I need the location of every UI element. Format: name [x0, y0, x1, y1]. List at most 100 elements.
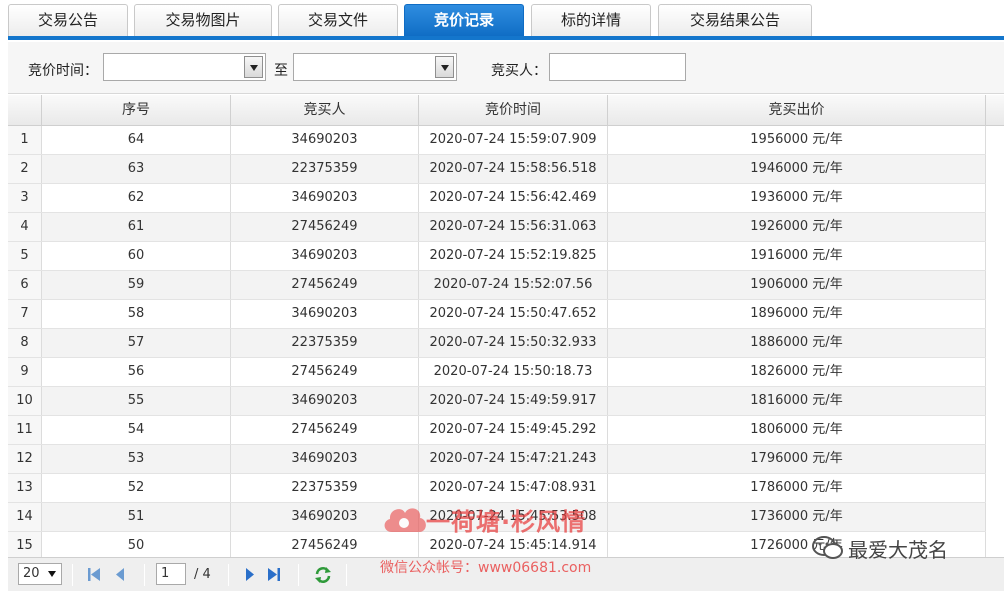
page-number-input[interactable]: 1	[156, 563, 186, 585]
header-seq[interactable]: 序号	[42, 95, 231, 126]
row-number-cell: 7	[8, 300, 42, 328]
buyer-cell: 22375359	[231, 329, 419, 357]
seq-cell: 53	[42, 445, 231, 473]
bid-price-cell: 1796000 元/年	[608, 445, 986, 473]
cloud-logo-icon	[384, 508, 426, 532]
table-row[interactable]: 6 59 27456249 2020-07-24 15:52:07.56 1906000…	[8, 271, 986, 300]
bid-price-cell: 1886000 元/年	[608, 329, 986, 357]
row-number-cell: 2	[8, 155, 42, 183]
buyer-cell: 27456249	[231, 213, 419, 241]
table-header: 序号 竞买人 竞价时间 竞买出价	[8, 95, 1004, 126]
bid-time-label: 竞价时间：	[28, 63, 98, 79]
divider	[298, 564, 299, 586]
divider	[346, 564, 347, 586]
tab-bid-records[interactable]: 竞价记录	[404, 4, 524, 37]
watermark-subtitle: 微信公众帐号：www06681.com	[380, 560, 592, 576]
seq-cell: 56	[42, 358, 231, 386]
bid-time-cell: 2020-07-24 15:59:07.909	[419, 126, 608, 154]
seq-cell: 59	[42, 271, 231, 299]
table-row[interactable]: 12 53 34690203 2020-07-24 15:47:21.243 17960…	[8, 445, 986, 474]
bid-time-cell: 2020-07-24 15:52:07.56	[419, 271, 608, 299]
bid-time-start-select[interactable]	[103, 53, 266, 81]
bid-time-cell: 2020-07-24 15:50:32.933	[419, 329, 608, 357]
bid-time-cell: 2020-07-24 15:56:31.063	[419, 213, 608, 241]
to-label: 至	[274, 63, 288, 79]
buyer-cell: 27456249	[231, 271, 419, 299]
table-row[interactable]: 11 54 27456249 2020-07-24 15:49:45.292 18060…	[8, 416, 986, 445]
row-number-cell: 6	[8, 271, 42, 299]
last-page-icon[interactable]	[266, 566, 282, 583]
bid-time-cell: 2020-07-24 15:58:56.518	[419, 155, 608, 183]
bid-time-cell: 2020-07-24 15:47:08.931	[419, 474, 608, 502]
header-bid-price[interactable]: 竞买出价	[608, 95, 986, 126]
row-number-cell: 5	[8, 242, 42, 270]
bid-time-end-select[interactable]	[293, 53, 457, 81]
tab-result-announcement[interactable]: 交易结果公告	[658, 4, 812, 37]
table-row[interactable]: 7 58 34690203 2020-07-24 15:50:47.652 189600…	[8, 300, 986, 329]
tab-documents[interactable]: 交易文件	[278, 4, 398, 37]
bid-time-cell: 2020-07-24 15:49:45.292	[419, 416, 608, 444]
buyer-cell: 34690203	[231, 445, 419, 473]
tab-underline	[8, 36, 1004, 40]
buyer-cell: 34690203	[231, 242, 419, 270]
table-row[interactable]: 5 60 34690203 2020-07-24 15:52:19.825 191600…	[8, 242, 986, 271]
divider	[228, 564, 229, 586]
buyer-cell: 34690203	[231, 184, 419, 212]
seq-cell: 51	[42, 503, 231, 531]
bid-price-cell: 1736000 元/年	[608, 503, 986, 531]
seq-cell: 64	[42, 126, 231, 154]
row-number-cell: 4	[8, 213, 42, 241]
seq-cell: 63	[42, 155, 231, 183]
row-number-cell: 14	[8, 503, 42, 531]
table-row[interactable]: 10 55 34690203 2020-07-24 15:49:59.917 18160…	[8, 387, 986, 416]
bid-price-cell: 1926000 元/年	[608, 213, 986, 241]
prev-page-icon[interactable]	[112, 566, 128, 583]
bid-price-cell: 1956000 元/年	[608, 126, 986, 154]
header-buyer[interactable]: 竞买人	[231, 95, 419, 126]
tab-item-images[interactable]: 交易物图片	[134, 4, 272, 37]
row-number-cell: 12	[8, 445, 42, 473]
rownum-header	[8, 95, 42, 126]
table-row[interactable]: 13 52 22375359 2020-07-24 15:47:08.931 17860…	[8, 474, 986, 503]
tab-announcement[interactable]: 交易公告	[8, 4, 128, 37]
header-bid-time[interactable]: 竞价时间	[419, 95, 608, 126]
bid-time-cell: 2020-07-24 15:56:42.469	[419, 184, 608, 212]
bid-price-cell: 1936000 元/年	[608, 184, 986, 212]
table-row[interactable]: 2 63 22375359 2020-07-24 15:58:56.518 194600…	[8, 155, 986, 184]
first-page-icon[interactable]	[86, 566, 102, 583]
row-number-cell: 11	[8, 416, 42, 444]
seq-cell: 58	[42, 300, 231, 328]
divider	[72, 564, 73, 586]
bid-price-cell: 1816000 元/年	[608, 387, 986, 415]
total-pages-text: / 4	[194, 567, 211, 582]
chevron-down-icon[interactable]	[435, 56, 454, 78]
table-row[interactable]: 4 61 27456249 2020-07-24 15:56:31.063 192600…	[8, 213, 986, 242]
row-number-cell: 10	[8, 387, 42, 415]
seq-cell: 61	[42, 213, 231, 241]
table-row[interactable]: 9 56 27456249 2020-07-24 15:50:18.73 1826000…	[8, 358, 986, 387]
page-size-value: 20	[23, 566, 40, 581]
bid-price-cell: 1806000 元/年	[608, 416, 986, 444]
bid-price-cell: 1916000 元/年	[608, 242, 986, 270]
chevron-down-icon[interactable]	[244, 56, 263, 78]
channel-watermark: 最爱大茂名	[812, 532, 992, 564]
row-number-cell: 8	[8, 329, 42, 357]
next-page-icon[interactable]	[242, 566, 258, 583]
buyer-input[interactable]	[549, 53, 686, 81]
seq-cell: 55	[42, 387, 231, 415]
refresh-icon[interactable]	[313, 565, 333, 585]
bid-time-cell: 2020-07-24 15:47:21.243	[419, 445, 608, 473]
chevron-down-icon	[48, 571, 56, 577]
tab-lot-details[interactable]: 标的详情	[531, 4, 651, 37]
table-row[interactable]: 1 64 34690203 2020-07-24 15:59:07.909 195600…	[8, 126, 986, 155]
buyer-cell: 34690203	[231, 387, 419, 415]
bid-records-table: 序号 竞买人 竞价时间 竞买出价 1 64 34690203 2020-07-24 1…	[8, 95, 1004, 557]
page-size-select[interactable]: 20	[18, 563, 62, 585]
table-row[interactable]: 3 62 34690203 2020-07-24 15:56:42.469 193600…	[8, 184, 986, 213]
row-number-cell: 3	[8, 184, 42, 212]
table-row[interactable]: 8 57 22375359 2020-07-24 15:50:32.933 188600…	[8, 329, 986, 358]
buyer-cell: 34690203	[231, 300, 419, 328]
buyer-cell: 34690203	[231, 126, 419, 154]
row-number-cell: 1	[8, 126, 42, 154]
seq-cell: 54	[42, 416, 231, 444]
